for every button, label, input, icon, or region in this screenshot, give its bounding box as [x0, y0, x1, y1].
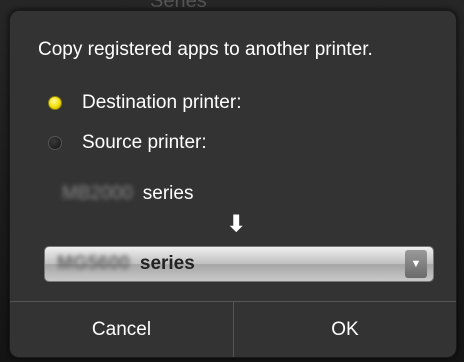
cancel-button[interactable]: Cancel: [10, 302, 233, 357]
dropdown-value: MG5600 series: [45, 253, 405, 275]
printer-dropdown[interactable]: MG5600 series ▼: [44, 246, 434, 282]
radio-selected-icon: [48, 96, 62, 110]
printer-series-label: series: [142, 183, 194, 204]
printer-series-label: series: [139, 253, 195, 274]
dropdown-triangle-icon[interactable]: ▼: [405, 250, 427, 278]
down-arrow-icon: ⬇: [227, 211, 246, 236]
radio-unselected-icon: [48, 136, 62, 150]
option-label: Destination printer:: [82, 92, 242, 113]
source-printer-name: MB2000 series: [62, 183, 193, 205]
printer-model-blurred: MG5600: [57, 253, 130, 274]
copy-apps-dialog: Copy registered apps to another printer.…: [9, 10, 457, 358]
option-destination-printer[interactable]: Destination printer:: [48, 91, 241, 115]
option-source-printer[interactable]: Source printer:: [48, 131, 207, 155]
option-label: Source printer:: [82, 132, 207, 153]
dialog-message: Copy registered apps to another printer.: [38, 39, 373, 60]
ok-button[interactable]: OK: [234, 302, 456, 357]
printer-model-blurred: MB2000: [62, 183, 133, 204]
